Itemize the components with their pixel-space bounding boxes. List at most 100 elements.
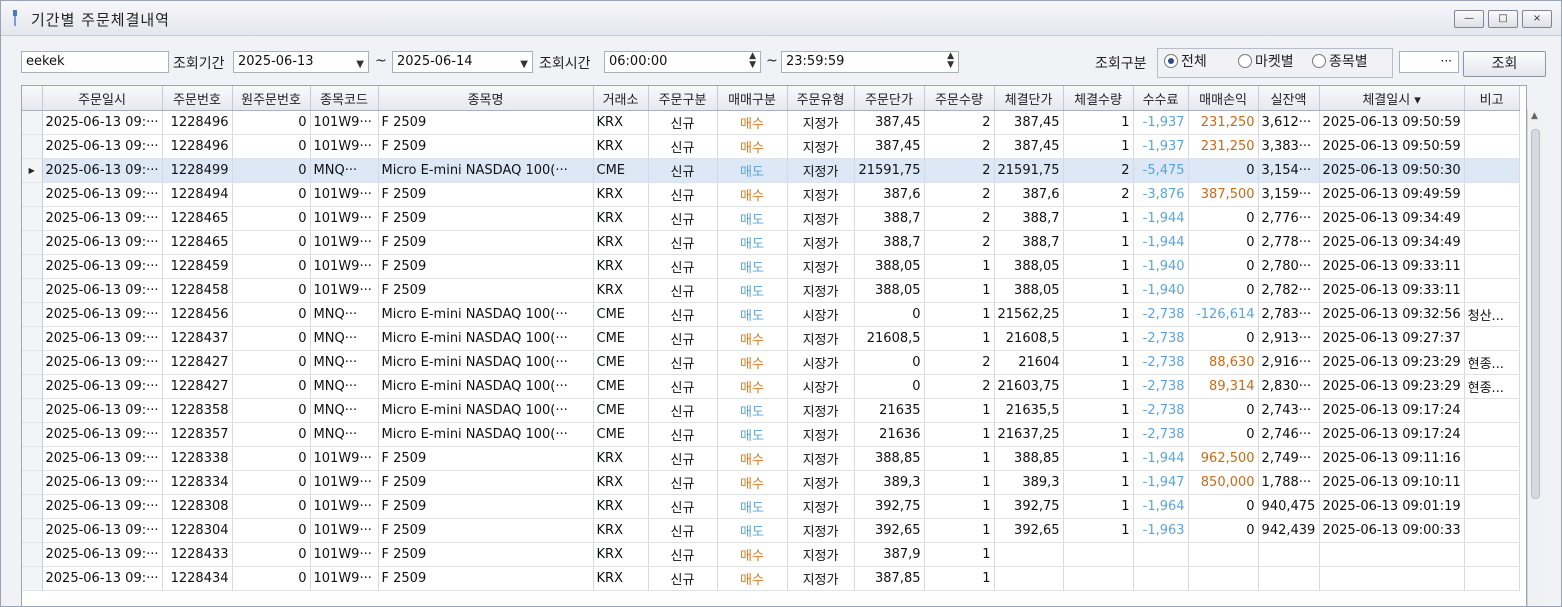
cell-type: 지정가 [787,110,855,135]
cell-name: Micro E-mini NASDAQ 100(··· [378,158,594,183]
vertical-scrollbar[interactable]: ▲ [1527,109,1543,606]
column-header[interactable]: 매매손익 [1188,86,1259,111]
column-header[interactable]: 원주문번호 [232,86,311,111]
row-indicator[interactable] [22,134,43,159]
cell-fqty: 1 [1063,206,1134,231]
row-indicator[interactable] [22,470,43,495]
cell-code: 101W9··· [310,518,379,543]
row-indicator[interactable] [22,518,43,543]
date-to-select[interactable]: 2025-06-14 ▼ [392,51,533,73]
cell-fee: -1,964 [1133,494,1189,519]
table-row[interactable]: 2025-06-13 09:··· 1228357 0 MNQ··· Micro E-m… [22,422,1520,447]
column-header[interactable]: 거래소 [593,86,649,111]
cell-pnl: 0 [1188,518,1259,543]
row-indicator[interactable] [22,182,43,207]
table-row[interactable]: 2025-06-13 09:··· 1228496 0 101W9··· F 2509 K… [22,110,1520,135]
row-indicator[interactable] [22,254,43,279]
table-row[interactable]: 2025-06-13 09:··· 1228465 0 101W9··· F 2509 K… [22,230,1520,255]
row-indicator[interactable] [22,374,43,399]
table-row[interactable]: 2025-06-13 09:··· 1228459 0 101W9··· F 2509 K… [22,254,1520,279]
minimize-button[interactable]: — [1454,10,1484,28]
maximize-button[interactable]: □ [1488,10,1518,28]
row-indicator[interactable] [22,278,43,303]
column-header[interactable]: 종목명 [378,86,594,111]
column-header[interactable]: 주문일시 [42,86,163,111]
more-options-button[interactable]: ··· [1399,51,1459,73]
row-indicator[interactable] [22,494,43,519]
cell-pnl: 0 [1188,326,1259,351]
radio-market[interactable]: 마켓별 [1238,51,1294,75]
table-row[interactable]: 2025-06-13 09:··· 1228338 0 101W9··· F 2509 K… [22,446,1520,471]
row-pointer-icon[interactable]: ▶ [22,158,43,183]
table-row[interactable]: 2025-06-13 09:··· 1228496 0 101W9··· F 2509 K… [22,134,1520,159]
row-indicator[interactable] [22,206,43,231]
cell-name: F 2509 [378,494,594,519]
column-header[interactable]: 주문유형 [787,86,855,111]
column-header[interactable]: 주문구분 [648,86,718,111]
table-row[interactable]: 2025-06-13 09:··· 1228304 0 101W9··· F 2509 K… [22,518,1520,543]
cell-no: 1228496 [162,134,233,159]
cell-code: 101W9··· [310,470,379,495]
column-header-indicator [22,86,43,111]
table-row[interactable]: 2025-06-13 09:··· 1228465 0 101W9··· F 2509 K… [22,206,1520,231]
cell-fee: -1,947 [1133,470,1189,495]
row-indicator[interactable] [22,350,43,375]
table-row[interactable]: 2025-06-13 09:··· 1228434 0 101W9··· F 2509 K… [22,566,1520,591]
cell-note [1464,254,1520,279]
row-indicator[interactable] [22,566,43,591]
column-header[interactable]: 주문단가 [854,86,925,111]
spinner-arrows-icon[interactable]: ▲ ▼ [749,52,756,70]
column-header[interactable]: 비고 [1464,86,1520,111]
column-header-sorted[interactable]: 체결일시 ▾ [1319,86,1465,111]
column-header[interactable]: 주문수량 [924,86,995,111]
column-header[interactable]: 체결수량 [1063,86,1134,111]
row-indicator[interactable] [22,326,43,351]
column-header[interactable]: 실잔액 [1258,86,1320,111]
radio-all[interactable]: 전체 [1164,51,1207,75]
close-button[interactable]: × [1522,10,1552,28]
scroll-thumb[interactable] [1531,129,1540,499]
cell-pnl: 231,250 [1188,110,1259,135]
table-row[interactable]: 2025-06-13 09:··· 1228358 0 MNQ··· Micro E-m… [22,398,1520,423]
table-row[interactable]: ▶ 2025-06-13 09:··· 1228499 0 MNQ··· Micro E-… [22,158,1520,183]
dropdown-arrow-icon: ▼ [356,59,364,70]
row-indicator[interactable] [22,302,43,327]
table-row[interactable]: 2025-06-13 09:··· 1228308 0 101W9··· F 2509 K… [22,494,1520,519]
scroll-up-arrow-icon[interactable]: ▲ [1531,111,1538,121]
cell-price: 21608,5 [854,326,925,351]
table-row[interactable]: 2025-06-13 09:··· 1228456 0 MNQ··· Micro E-m… [22,302,1520,327]
row-indicator[interactable] [22,422,43,447]
row-indicator[interactable] [22,110,43,135]
column-header[interactable]: 종목코드 [310,86,379,111]
table-row[interactable]: 2025-06-13 09:··· 1228494 0 101W9··· F 2509 K… [22,182,1520,207]
column-header[interactable]: 체결단가 [994,86,1064,111]
spinner-arrows-icon[interactable]: ▲ ▼ [947,52,954,70]
row-indicator[interactable] [22,446,43,471]
table-row[interactable]: 2025-06-13 09:··· 1228437 0 MNQ··· Micro E-m… [22,326,1520,351]
cell-code: 101W9··· [310,566,379,591]
time-from-spinner[interactable]: 06:00:00 ▲ ▼ [604,51,761,73]
row-indicator[interactable] [22,542,43,567]
query-button[interactable]: 조회 [1463,51,1546,77]
column-header[interactable]: 주문번호 [162,86,233,111]
cell-dt: 2025-06-13 09:··· [42,326,163,351]
cell-type: 지정가 [787,566,855,591]
table-row[interactable]: 2025-06-13 09:··· 1228427 0 MNQ··· Micro E-m… [22,374,1520,399]
row-indicator[interactable] [22,398,43,423]
order-grid[interactable]: 주문일시 주문번호 원주문번호 종목코드 종목명 거래소 주문구분 매매구분 주… [21,85,1527,606]
radio-item[interactable]: 종목별 [1312,51,1368,75]
account-input[interactable]: eekek [21,51,169,73]
table-row[interactable]: 2025-06-13 09:··· 1228458 0 101W9··· F 2509 K… [22,278,1520,303]
cell-code: 101W9··· [310,134,379,159]
time-to-spinner[interactable]: 23:59:59 ▲ ▼ [781,51,959,73]
cell-fqty: 1 [1063,446,1134,471]
date-from-select[interactable]: 2025-06-13 ▼ [233,51,369,73]
table-row[interactable]: 2025-06-13 09:··· 1228433 0 101W9··· F 2509 K… [22,542,1520,567]
row-indicator[interactable] [22,230,43,255]
column-header[interactable]: 수수료 [1133,86,1189,111]
cell-note: 현종... [1464,350,1520,375]
column-header[interactable]: 매매구분 [717,86,788,111]
table-row[interactable]: 2025-06-13 09:··· 1228334 0 101W9··· F 2509 K… [22,470,1520,495]
cell-name: Micro E-mini NASDAQ 100(··· [378,350,594,375]
table-row[interactable]: 2025-06-13 09:··· 1228427 0 MNQ··· Micro E-m… [22,350,1520,375]
